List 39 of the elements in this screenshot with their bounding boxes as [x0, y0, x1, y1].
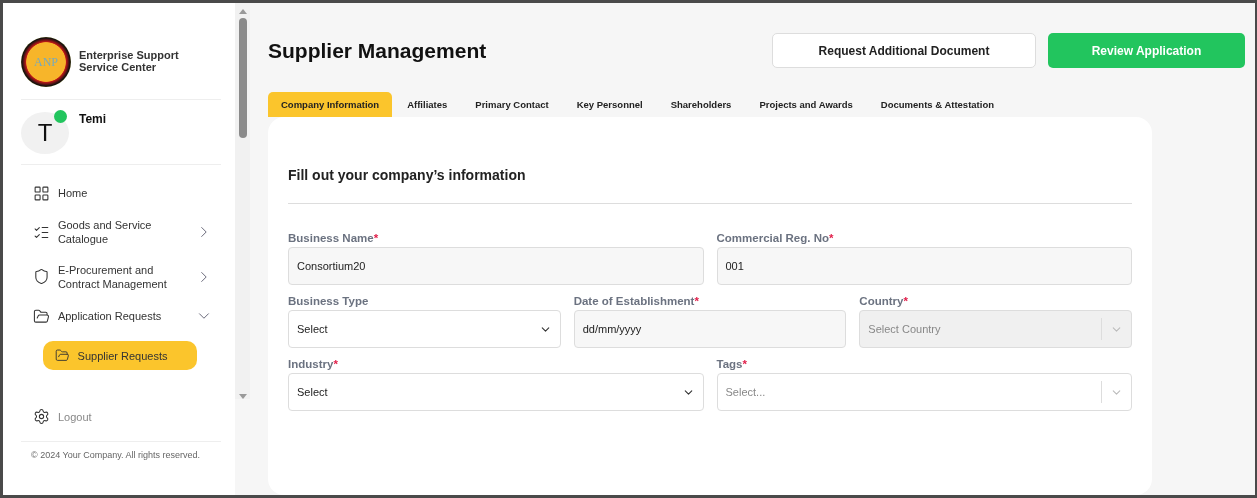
select-field[interactable]: Select: [288, 310, 561, 348]
scrollbar[interactable]: [235, 3, 250, 399]
input-field[interactable]: dd/mm/yyyy: [573, 310, 847, 348]
nav-item[interactable]: Goods and Service Catalogue: [21, 212, 221, 253]
select-field[interactable]: Select: [288, 373, 704, 411]
input-field[interactable]: 001: [716, 247, 1132, 285]
folder-icon: [33, 307, 50, 325]
logo: ANP: [21, 37, 71, 87]
tab[interactable]: Projects and Awards: [746, 92, 866, 117]
user-avatar: T: [21, 112, 69, 154]
grid-icon: [33, 185, 50, 202]
tab[interactable]: Primary Contact: [462, 92, 562, 117]
input-field[interactable]: Consortium20: [288, 247, 704, 285]
request-button[interactable]: Request Additional Document: [772, 33, 1036, 68]
nav-item[interactable]: Application Requests: [21, 301, 221, 332]
organization-name: Enterprise Support Service Center: [79, 50, 179, 74]
field-label: Country*: [859, 295, 909, 307]
copyright-text: © 2024 Your Company. All rights reserved.: [30, 449, 202, 461]
user-name: Temi: [79, 112, 107, 126]
form-heading: Fill out your company’s information: [288, 167, 1132, 204]
tab[interactable]: Key Personnel: [563, 92, 656, 117]
shield-icon: [33, 268, 50, 286]
field-label: Business Name*: [288, 232, 380, 244]
field-label: Tags*: [716, 358, 748, 370]
page-title: Supplier Management: [268, 38, 488, 63]
tab[interactable]: Documents & Attestation: [867, 92, 1007, 117]
nav-item[interactable]: Home: [21, 179, 221, 208]
nav-item[interactable]: E-Procurement and Contract Management: [21, 256, 221, 298]
field-label: Business Type: [288, 295, 370, 307]
select-field[interactable]: Select...: [716, 373, 1132, 411]
logout-link[interactable]: Logout: [58, 410, 92, 423]
field-label: Industry*: [288, 358, 339, 370]
tab[interactable]: Affiliates: [394, 92, 461, 117]
nav-item[interactable]: Supplier Requests: [43, 341, 197, 371]
field-label: Date of Establishment*: [573, 295, 700, 307]
settings-icon[interactable]: [33, 408, 50, 426]
tab[interactable]: Company Information: [268, 92, 393, 117]
field-label: Commercial Reg. No*: [716, 232, 835, 244]
tab[interactable]: Shareholders: [657, 92, 745, 117]
